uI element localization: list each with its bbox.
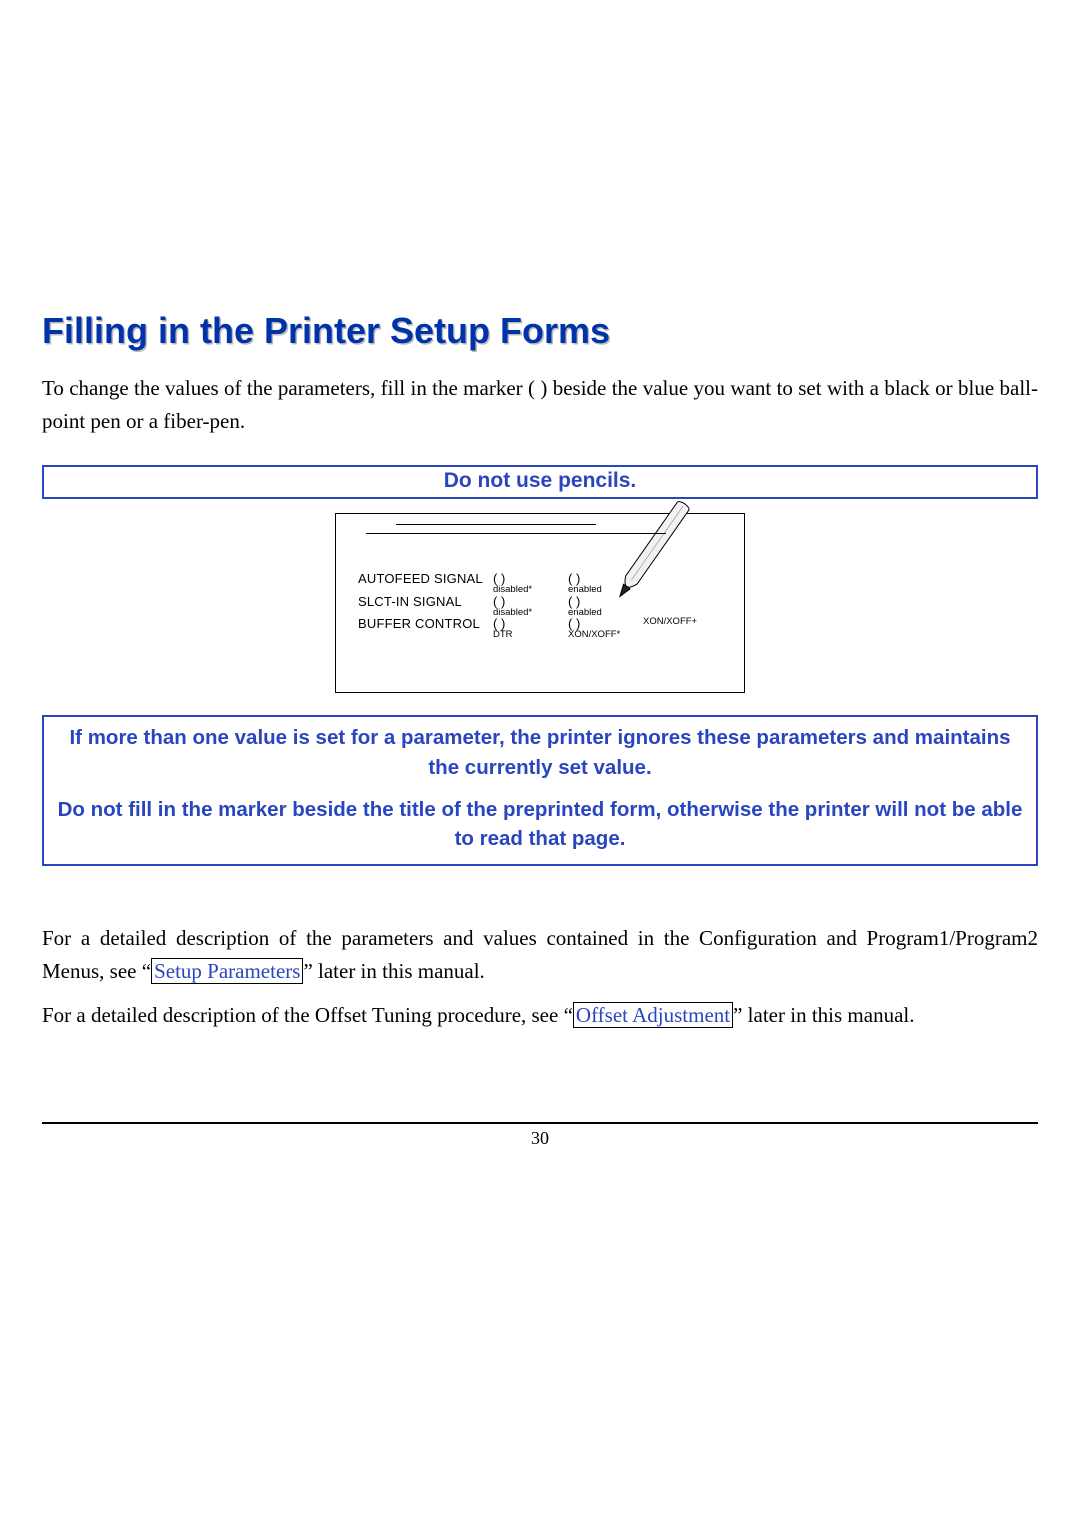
marker-cell: ( )	[568, 595, 643, 608]
callout-line-2: Do not fill in the marker beside the tit…	[54, 795, 1026, 854]
diagram-row: AUTOFEED SIGNAL ( ) disabled* ( ) enable…	[358, 572, 730, 595]
footer-rule	[42, 1122, 1038, 1124]
diagram-container: AUTOFEED SIGNAL ( ) disabled* ( ) enable…	[42, 513, 1038, 693]
page-number: 30	[42, 1128, 1038, 1149]
intro-paragraph: To change the values of the parameters, …	[42, 372, 1038, 437]
option-sub: XON/XOFF*	[568, 630, 643, 640]
diagram-rule-lines	[396, 524, 666, 534]
callout-warnings: If more than one value is set for a para…	[42, 715, 1038, 866]
text-fragment: ” later in this manual.	[733, 1003, 914, 1027]
paragraph-setup-params: For a detailed description of the parame…	[42, 922, 1038, 987]
option-sub: DTR	[493, 630, 568, 640]
paragraph-offset-adjustment: For a detailed description of the Offset…	[42, 999, 1038, 1032]
row-label: SLCT-IN SIGNAL	[358, 595, 493, 618]
callout-line-1: If more than one value is set for a para…	[54, 723, 1026, 782]
marker-cell: ( )	[493, 595, 568, 608]
page-heading: Filling in the Printer Setup Forms	[42, 310, 1038, 352]
row-label: AUTOFEED SIGNAL	[358, 572, 493, 595]
diagram-row: BUFFER CONTROL ( ) DTR ( ) XON/XOFF* XON…	[358, 617, 730, 640]
diagram-row: SLCT-IN SIGNAL ( ) disabled* ( ) enabled	[358, 595, 730, 618]
option-sub: XON/XOFF+	[643, 617, 718, 627]
callout-pencils: Do not use pencils.	[42, 465, 1038, 499]
link-offset-adjustment[interactable]: Offset Adjustment	[576, 1003, 730, 1027]
setup-form-diagram: AUTOFEED SIGNAL ( ) disabled* ( ) enable…	[335, 513, 745, 693]
diagram-grid: AUTOFEED SIGNAL ( ) disabled* ( ) enable…	[358, 572, 730, 640]
text-fragment: For a detailed description of the Offset…	[42, 1003, 573, 1027]
link-setup-parameters[interactable]: Setup Parameters	[154, 959, 300, 983]
text-fragment: ” later in this manual.	[303, 959, 484, 983]
row-label: BUFFER CONTROL	[358, 617, 493, 640]
